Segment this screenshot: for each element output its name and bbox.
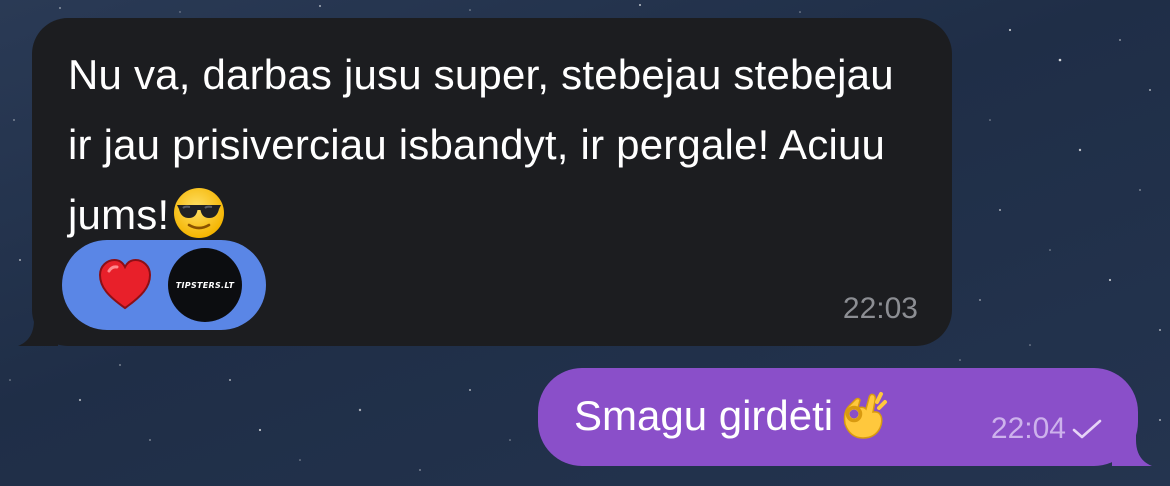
red-heart-icon xyxy=(98,258,152,310)
outgoing-message-text-wrap: Smagu girdėti xyxy=(574,390,889,442)
reaction-pill[interactable]: TIPSTERS.LT xyxy=(62,240,266,330)
reactor-avatar-text: TIPSTERS.LT xyxy=(175,280,235,290)
sent-check-icon xyxy=(1072,419,1102,439)
incoming-message-bubble[interactable]: Nu va, darbas jusu super, stebejau stebe… xyxy=(18,18,952,346)
incoming-message-time: 22:03 xyxy=(842,292,918,325)
incoming-message-text-wrap: Nu va, darbas jusu super, stebejau stebe… xyxy=(68,40,928,250)
reactor-avatar[interactable]: TIPSTERS.LT xyxy=(168,248,242,322)
outgoing-message-time: 22:04 xyxy=(990,412,1066,445)
ok-hand-emoji-icon xyxy=(843,391,888,439)
outgoing-bubble-tail xyxy=(1112,426,1152,466)
incoming-bubble-tail xyxy=(18,306,58,346)
outgoing-message-bubble[interactable]: Smagu girdėti 22:04 xyxy=(538,368,1152,466)
outgoing-message-text: Smagu girdėti xyxy=(574,392,834,439)
sunglasses-emoji-icon xyxy=(174,187,225,238)
chat-area[interactable]: Nu va, darbas jusu super, stebejau stebe… xyxy=(0,0,1170,486)
outgoing-message-meta: 22:04 xyxy=(991,412,1104,446)
